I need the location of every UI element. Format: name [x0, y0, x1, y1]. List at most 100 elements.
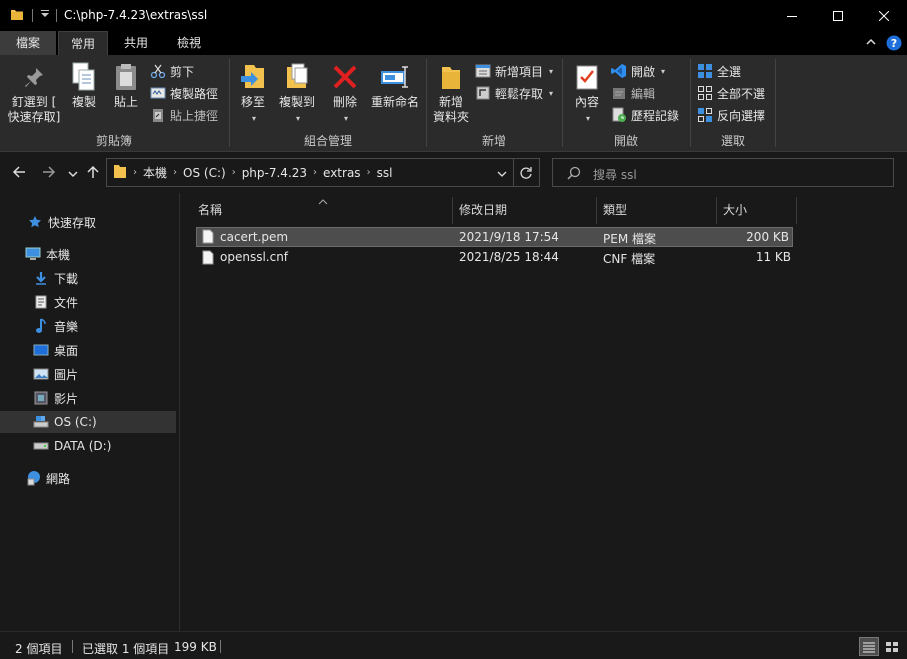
nav-label: 本機: [46, 247, 71, 262]
nav-videos[interactable]: 影片: [0, 387, 176, 409]
breadcrumb-extras[interactable]: extras: [317, 166, 367, 180]
close-button[interactable]: [861, 0, 907, 31]
file-icon: [202, 229, 214, 247]
copy-path-icon: [150, 87, 166, 99]
nav-label: DATA (D:): [54, 439, 112, 453]
file-row[interactable]: cacert.pem 2021/9/18 17:54 PEM 檔案 200 KB: [196, 227, 793, 247]
rename-button[interactable]: 重新命名: [368, 59, 422, 110]
select-all-icon: [698, 64, 712, 78]
address-dropdown-icon[interactable]: [497, 168, 507, 182]
maximize-button[interactable]: [815, 0, 861, 31]
minimize-button[interactable]: [769, 0, 815, 31]
title-bar: C:\php-7.4.23\extras\ssl: [0, 0, 907, 31]
collapse-ribbon-icon[interactable]: [866, 36, 876, 50]
file-row[interactable]: openssl.cnf 2021/8/25 18:44 CNF 檔案 11 KB: [196, 248, 793, 268]
nav-label: 下載: [54, 271, 79, 286]
nav-this-pc[interactable]: 本機: [0, 243, 176, 265]
new-group-label: 新增: [481, 134, 506, 148]
rename-label: 重新命名: [370, 95, 419, 109]
search-placeholder: 搜尋 ssl: [593, 168, 637, 182]
file-icon: [202, 250, 214, 268]
breadcrumb-os-c[interactable]: OS (C:): [177, 166, 232, 180]
copy-to-button[interactable]: 複製到 ▾: [276, 59, 318, 126]
organize-group: 移至 ▾ 複製到 ▾ 刪除 ▾ 重新命名 組合管理: [230, 55, 426, 152]
copy-button[interactable]: 複製: [66, 59, 102, 110]
help-icon[interactable]: ?: [886, 35, 902, 54]
back-arrow-icon[interactable]: [12, 165, 26, 183]
select-all-button[interactable]: 全選: [697, 61, 741, 81]
breadcrumb-php[interactable]: php-7.4.23: [236, 166, 313, 180]
download-icon: [32, 270, 50, 286]
breadcrumb-ssl[interactable]: ssl: [371, 166, 399, 180]
tab-file[interactable]: 檔案: [0, 31, 56, 55]
nav-quick-access[interactable]: 快速存取: [0, 211, 176, 233]
select-group: 全選 全部不選 反向選擇 選取: [691, 55, 775, 152]
nav-downloads[interactable]: 下載: [0, 267, 176, 289]
nav-pictures[interactable]: 圖片: [0, 363, 176, 385]
properties-button[interactable]: 內容 ▾: [569, 59, 605, 126]
address-folder-icon: [107, 163, 133, 182]
new-item-label: 新增項目: [495, 64, 544, 79]
nav-os-c[interactable]: OS (C:): [0, 411, 176, 433]
nav-documents[interactable]: 文件: [0, 291, 176, 313]
status-selected: 已選取 1 個項目: [82, 642, 170, 656]
new-item-button[interactable]: 新增項目 ▾: [475, 61, 553, 81]
tab-view[interactable]: 檢視: [164, 31, 214, 55]
close-icon: [879, 10, 889, 21]
star-icon: [26, 214, 44, 230]
paste-icon: [108, 59, 144, 95]
pin-quick-access-button[interactable]: 釘選到 [ 快速存取]: [6, 59, 62, 125]
history-button[interactable]: 歷程記錄: [611, 105, 679, 125]
column-header-name[interactable]: 名稱: [192, 197, 453, 224]
address-bar[interactable]: › 本機 › OS (C:) › php-7.4.23 › extras › s…: [106, 158, 540, 187]
new-folder-button[interactable]: 新增 資料夾: [431, 59, 471, 125]
delete-button[interactable]: 刪除 ▾: [328, 59, 362, 126]
history-label: 歷程記錄: [631, 108, 680, 123]
column-header-type[interactable]: 類型: [597, 197, 717, 224]
search-box[interactable]: 搜尋 ssl: [552, 158, 894, 187]
nav-data-d[interactable]: DATA (D:): [0, 435, 176, 457]
edit-icon: [613, 88, 625, 99]
nav-music[interactable]: 音樂: [0, 315, 176, 337]
tab-home[interactable]: 常用: [58, 31, 108, 55]
status-separator: [72, 640, 73, 653]
tab-share[interactable]: 共用: [110, 31, 162, 55]
edit-button[interactable]: 編輯: [611, 83, 655, 103]
title-separator: [56, 9, 57, 22]
refresh-icon[interactable]: [519, 166, 533, 183]
recent-locations-chevron-icon[interactable]: [68, 167, 78, 183]
minimize-icon: [787, 15, 797, 17]
column-header-modified[interactable]: 修改日期: [453, 197, 597, 224]
paste-button[interactable]: 貼上: [108, 59, 144, 110]
nav-network[interactable]: 網路: [0, 467, 176, 489]
easy-access-button[interactable]: 輕鬆存取 ▾: [475, 83, 553, 103]
clipboard-group-label: 剪貼簿: [95, 134, 132, 148]
move-to-button[interactable]: 移至 ▾: [236, 59, 270, 126]
nav-label: OS (C:): [54, 415, 97, 429]
cut-label: 剪下: [170, 64, 195, 79]
quick-access-toolbar-dropdown-icon[interactable]: [40, 9, 50, 22]
forward-arrow-icon[interactable]: [42, 165, 56, 183]
cut-button[interactable]: 剪下: [150, 61, 194, 81]
music-icon: [32, 318, 50, 334]
vscode-icon: [611, 64, 626, 78]
details-view-button[interactable]: [859, 637, 879, 656]
address-divider: [513, 159, 514, 186]
up-arrow-icon[interactable]: [86, 165, 100, 183]
open-button[interactable]: 開啟 ▾: [611, 61, 665, 81]
paste-shortcut-icon: [153, 109, 163, 122]
breadcrumb-this-pc[interactable]: 本機: [137, 164, 173, 181]
nav-desktop[interactable]: 桌面: [0, 339, 176, 361]
invert-selection-icon: [698, 108, 712, 122]
select-none-button[interactable]: 全部不選: [697, 83, 765, 103]
nav-label: 音樂: [54, 319, 79, 334]
copy-icon: [66, 59, 102, 95]
paste-shortcut-button[interactable]: 貼上捷徑: [150, 105, 218, 125]
invert-selection-button[interactable]: 反向選擇: [697, 105, 765, 125]
select-none-label: 全部不選: [717, 86, 766, 101]
large-icons-view-button[interactable]: [882, 637, 902, 656]
column-header-size[interactable]: 大小: [717, 197, 797, 224]
copy-path-button[interactable]: 複製路徑: [150, 83, 218, 103]
status-selected-size: 199 KB: [174, 640, 217, 654]
desktop-icon: [32, 342, 50, 358]
